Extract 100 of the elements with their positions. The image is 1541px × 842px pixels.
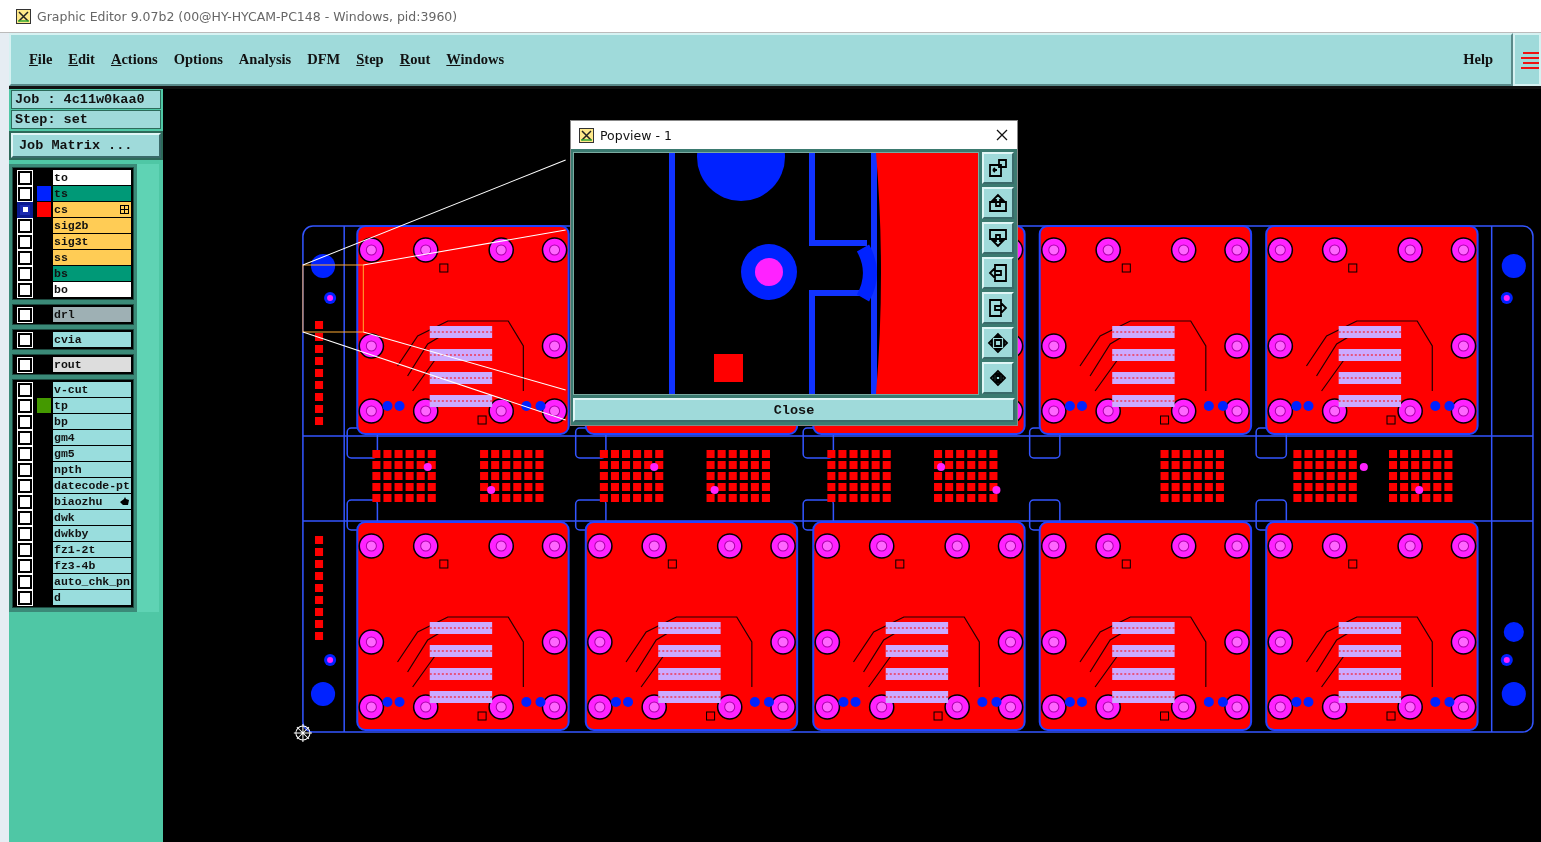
layer-checkbox[interactable] — [18, 202, 32, 217]
layer-checkbox[interactable] — [18, 414, 32, 429]
layer-name[interactable]: dwkby — [53, 526, 131, 541]
layer-checkbox[interactable] — [18, 382, 32, 397]
layer-name[interactable]: fz3-4b — [53, 558, 131, 573]
job-matrix-button[interactable]: Job Matrix ... — [11, 133, 161, 158]
layer-name[interactable]: v-cut — [53, 382, 131, 397]
layer-checkbox[interactable] — [18, 282, 32, 297]
layer-name[interactable]: sig2b — [53, 218, 131, 233]
zoom-out-icon — [987, 367, 1009, 389]
layer-checkbox[interactable] — [18, 558, 32, 573]
pad-dot-icon — [1359, 463, 1368, 471]
close-icon — [996, 129, 1008, 141]
menu-item[interactable]: Options — [165, 51, 231, 68]
arrow-left-icon — [987, 262, 1009, 284]
pad-dot-icon — [1415, 486, 1424, 494]
layer-checkbox[interactable] — [18, 462, 32, 477]
layer-name[interactable]: gm4 — [53, 430, 131, 445]
menu-item[interactable]: Rout — [391, 51, 439, 68]
layer-checkbox[interactable] — [18, 266, 32, 281]
layer-checkbox[interactable] — [18, 478, 32, 493]
layer-name[interactable]: cvia — [53, 332, 131, 347]
origin-marker-icon — [293, 723, 313, 743]
zoom-in-icon — [987, 332, 1009, 354]
layer-checkbox[interactable] — [18, 357, 32, 372]
app-icon — [16, 8, 31, 24]
layer-checkbox[interactable] — [18, 218, 32, 233]
window-icon — [579, 127, 594, 143]
layer-name[interactable]: auto_chk_pn — [53, 574, 131, 589]
layer-checkbox[interactable] — [18, 494, 32, 509]
layer-checkbox[interactable] — [18, 526, 32, 541]
view-tool-button[interactable] — [982, 327, 1014, 359]
layer-name[interactable]: sig3t — [53, 234, 131, 249]
layer-checkbox[interactable] — [18, 250, 32, 265]
layer-name[interactable]: rout — [53, 357, 131, 372]
layer-name[interactable]: drl — [53, 307, 131, 322]
job-label: Job : 4c11w0kaa0 — [11, 90, 161, 109]
step-label: Step: set — [11, 110, 161, 129]
layer-name[interactable]: gm5 — [53, 446, 131, 461]
zoom-rectangle — [302, 264, 364, 333]
menu-item[interactable]: Analysis — [230, 51, 300, 68]
pointing-hand-icon — [120, 497, 129, 506]
layer-name[interactable]: tp — [53, 398, 131, 413]
pad-grid-drawing — [599, 450, 664, 502]
layer-checkbox[interactable] — [18, 510, 32, 525]
layer-name[interactable]: fz1-2t — [53, 542, 131, 557]
window-title: Graphic Editor 9.07b2 (00@HY-HYCAM-PC148 - Windows, pid:3960) — [37, 8, 458, 24]
menu-item[interactable]: DFM — [299, 51, 349, 68]
layer-name[interactable]: bs — [53, 266, 131, 281]
arrow-up-icon — [987, 192, 1009, 214]
zoom-window-icon — [987, 157, 1009, 179]
layer-name[interactable]: ts — [53, 186, 131, 201]
menu-item[interactable]: Edit — [60, 51, 103, 68]
layer-checkbox[interactable] — [18, 574, 32, 589]
layer-name[interactable]: dwk — [53, 510, 131, 525]
pad-grid-drawing — [480, 450, 544, 502]
menu-item[interactable]: Step — [348, 51, 392, 68]
pad-grid-drawing — [1389, 450, 1453, 502]
layer-checkbox[interactable] — [18, 170, 32, 185]
layer-checkbox[interactable] — [18, 542, 32, 557]
pad-grid-drawing — [1293, 450, 1357, 502]
help-menu[interactable]: Help — [1455, 51, 1501, 68]
pad-dot-icon — [650, 463, 659, 471]
layer-name[interactable]: npth — [53, 462, 131, 477]
layer-name[interactable]: cs — [53, 202, 131, 217]
view-tool-button[interactable] — [982, 187, 1014, 219]
layer-name[interactable]: ss — [53, 250, 131, 265]
layer-checkbox[interactable] — [18, 186, 32, 201]
layer-name[interactable]: biaozhu — [53, 494, 131, 509]
arrow-down-icon — [987, 227, 1009, 249]
grid-icon — [120, 205, 129, 214]
view-tool-button[interactable] — [982, 152, 1014, 184]
pad-grid-drawing — [1160, 450, 1224, 502]
arrow-right-icon — [987, 297, 1009, 319]
view-tool-button[interactable] — [982, 292, 1014, 324]
popview-close-button[interactable]: Close — [573, 398, 1015, 422]
layer-name[interactable]: bp — [53, 414, 131, 429]
layer-name[interactable]: to — [53, 170, 131, 185]
pad-grid-drawing — [827, 450, 891, 502]
layer-name[interactable]: d — [53, 590, 131, 605]
menu-item[interactable]: File — [21, 51, 61, 68]
layer-checkbox[interactable] — [18, 398, 32, 413]
view-tool-button[interactable] — [982, 257, 1014, 289]
layer-checkbox[interactable] — [18, 446, 32, 461]
layer-checkbox[interactable] — [18, 307, 32, 322]
pad-dot-icon — [992, 486, 1001, 494]
layer-checkbox[interactable] — [18, 430, 32, 445]
pad-dot-icon — [937, 463, 946, 471]
view-tool-button[interactable] — [982, 362, 1014, 394]
layer-checkbox[interactable] — [18, 332, 32, 347]
pad-grid-drawing — [372, 450, 436, 502]
menu-item[interactable]: Actions — [102, 51, 166, 68]
view-tool-button[interactable] — [982, 222, 1014, 254]
layer-checkbox[interactable] — [18, 234, 32, 249]
menu-item[interactable]: Windows — [438, 51, 513, 68]
layer-checkbox[interactable] — [18, 590, 32, 605]
pad-grid-drawing — [706, 450, 770, 502]
layer-name[interactable]: datecode-pt — [53, 478, 131, 493]
layer-name[interactable]: bo — [53, 282, 131, 297]
pad-dot-icon — [423, 463, 432, 471]
